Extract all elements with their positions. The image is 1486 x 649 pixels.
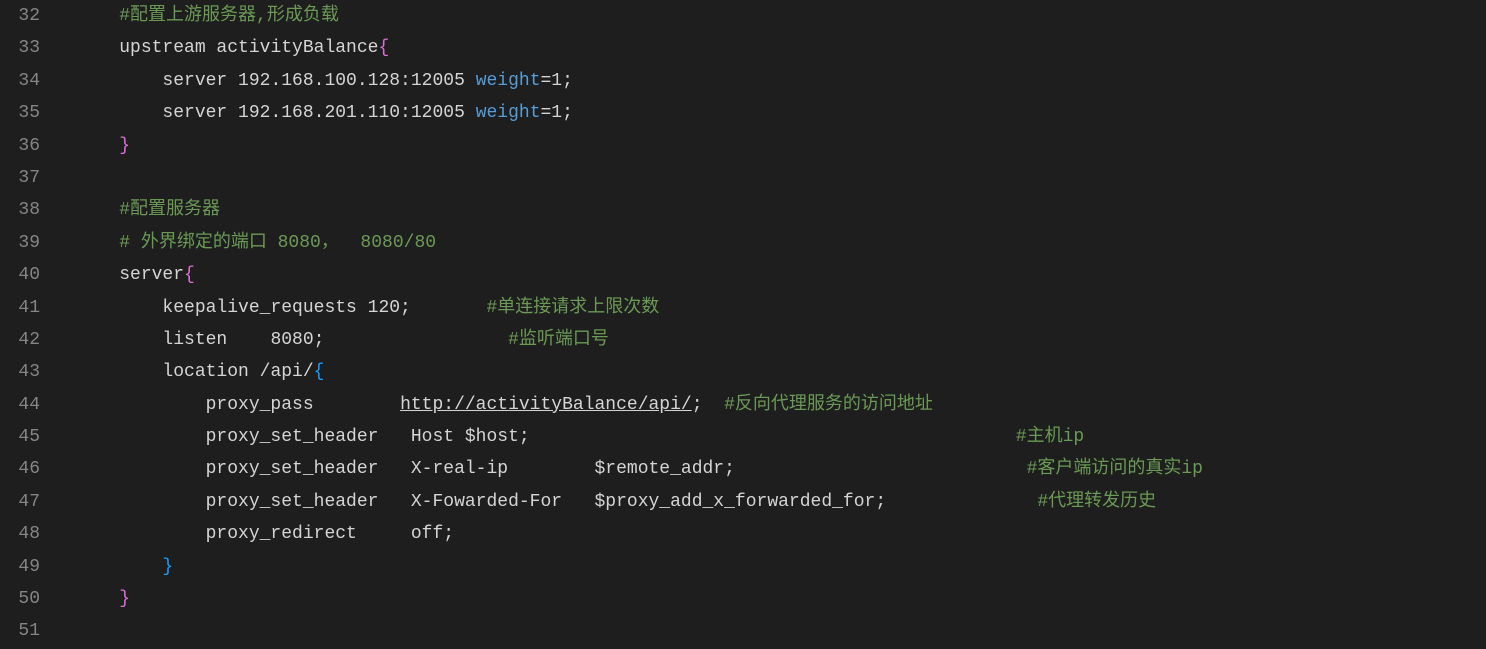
indent xyxy=(76,6,119,26)
code-line[interactable]: proxy_set_header Host $host; #主机ip xyxy=(76,421,1486,453)
code-line[interactable]: } xyxy=(76,583,1486,615)
line-number: 48 xyxy=(0,518,40,550)
line-number: 42 xyxy=(0,324,40,356)
code-line[interactable]: # 外界绑定的端口 8080， 8080/80 xyxy=(76,227,1486,259)
indent xyxy=(76,362,162,382)
code-text: =1; xyxy=(541,71,573,91)
line-number: 32 xyxy=(0,0,40,32)
url-link[interactable]: http://activityBalance/api/ xyxy=(400,395,692,415)
code-line[interactable]: } xyxy=(76,130,1486,162)
code-text: server xyxy=(119,265,184,285)
brace-close: } xyxy=(119,589,130,609)
indent xyxy=(76,136,119,156)
code-editor[interactable]: 32 33 34 35 36 37 38 39 40 41 42 43 44 4… xyxy=(0,0,1486,649)
line-number: 49 xyxy=(0,551,40,583)
code-text: proxy_pass xyxy=(206,395,400,415)
code-text: server 192.168.100.128:12005 xyxy=(162,71,475,91)
line-number-gutter: 32 33 34 35 36 37 38 39 40 41 42 43 44 4… xyxy=(0,0,60,649)
code-text: =1; xyxy=(541,103,573,123)
code-text: upstream activityBalance xyxy=(119,38,378,58)
code-text: proxy_set_header X-Fowarded-For $proxy_a… xyxy=(206,492,1038,512)
code-line[interactable]: server 192.168.100.128:12005 weight=1; xyxy=(76,65,1486,97)
line-number: 45 xyxy=(0,421,40,453)
indent xyxy=(76,524,206,544)
line-number: 38 xyxy=(0,194,40,226)
indent xyxy=(76,298,162,318)
comment: #配置上游服务器,形成负载 xyxy=(119,6,339,26)
code-line[interactable] xyxy=(76,615,1486,647)
comment: #配置服务器 xyxy=(119,200,220,220)
code-text: listen 8080; xyxy=(162,330,508,350)
line-number: 43 xyxy=(0,356,40,388)
line-number: 44 xyxy=(0,389,40,421)
comment: #主机ip xyxy=(1016,427,1084,447)
code-line[interactable]: listen 8080; #监听端口号 xyxy=(76,324,1486,356)
indent xyxy=(76,103,162,123)
line-number: 51 xyxy=(0,615,40,647)
line-number: 50 xyxy=(0,583,40,615)
brace-close: } xyxy=(119,136,130,156)
comment: #监听端口号 xyxy=(508,330,609,350)
comment: # 外界绑定的端口 8080， 8080/80 xyxy=(119,233,436,253)
indent xyxy=(76,265,119,285)
comment: #单连接请求上限次数 xyxy=(486,298,659,318)
code-text: server 192.168.201.110:12005 xyxy=(162,103,475,123)
brace-open: { xyxy=(378,38,389,58)
comment: #反向代理服务的访问地址 xyxy=(724,395,933,415)
indent xyxy=(76,557,162,577)
indent xyxy=(76,459,206,479)
brace-close: } xyxy=(162,557,173,577)
indent xyxy=(76,233,119,253)
code-line[interactable]: proxy_set_header X-real-ip $remote_addr;… xyxy=(76,453,1486,485)
code-text: proxy_set_header Host $host; xyxy=(206,427,1016,447)
code-text: ; xyxy=(692,395,724,415)
comment: #客户端访问的真实ip xyxy=(1027,459,1203,479)
line-number: 46 xyxy=(0,453,40,485)
keyword: weight xyxy=(476,103,541,123)
code-line[interactable] xyxy=(76,162,1486,194)
line-number: 33 xyxy=(0,32,40,64)
code-text: location /api/ xyxy=(162,362,313,382)
code-line[interactable]: } xyxy=(76,551,1486,583)
indent xyxy=(76,589,119,609)
brace-open: { xyxy=(314,362,325,382)
code-content-area[interactable]: #配置上游服务器,形成负载 upstream activityBalance{ … xyxy=(60,0,1486,649)
indent xyxy=(76,71,162,91)
code-line[interactable]: #配置服务器 xyxy=(76,194,1486,226)
code-line[interactable]: location /api/{ xyxy=(76,356,1486,388)
code-line[interactable]: upstream activityBalance{ xyxy=(76,32,1486,64)
indent xyxy=(76,492,206,512)
code-text: proxy_redirect off; xyxy=(206,524,454,544)
line-number: 47 xyxy=(0,486,40,518)
comment: #代理转发历史 xyxy=(1037,492,1156,512)
line-number: 34 xyxy=(0,65,40,97)
line-number: 41 xyxy=(0,292,40,324)
indent xyxy=(76,395,206,415)
line-number: 37 xyxy=(0,162,40,194)
line-number: 40 xyxy=(0,259,40,291)
indent xyxy=(76,200,119,220)
code-line[interactable]: proxy_pass http://activityBalance/api/; … xyxy=(76,389,1486,421)
brace-open: { xyxy=(184,265,195,285)
line-number: 35 xyxy=(0,97,40,129)
code-line[interactable]: server 192.168.201.110:12005 weight=1; xyxy=(76,97,1486,129)
indent xyxy=(76,330,162,350)
line-number: 39 xyxy=(0,227,40,259)
indent xyxy=(76,427,206,447)
keyword: weight xyxy=(476,71,541,91)
code-text: keepalive_requests 120; xyxy=(162,298,486,318)
code-line[interactable]: server{ xyxy=(76,259,1486,291)
code-line[interactable]: proxy_redirect off; xyxy=(76,518,1486,550)
code-line[interactable]: proxy_set_header X-Fowarded-For $proxy_a… xyxy=(76,486,1486,518)
indent xyxy=(76,38,119,58)
line-number: 36 xyxy=(0,130,40,162)
code-line[interactable]: keepalive_requests 120; #单连接请求上限次数 xyxy=(76,292,1486,324)
code-line[interactable]: #配置上游服务器,形成负载 xyxy=(76,0,1486,32)
code-text: proxy_set_header X-real-ip $remote_addr; xyxy=(206,459,1027,479)
